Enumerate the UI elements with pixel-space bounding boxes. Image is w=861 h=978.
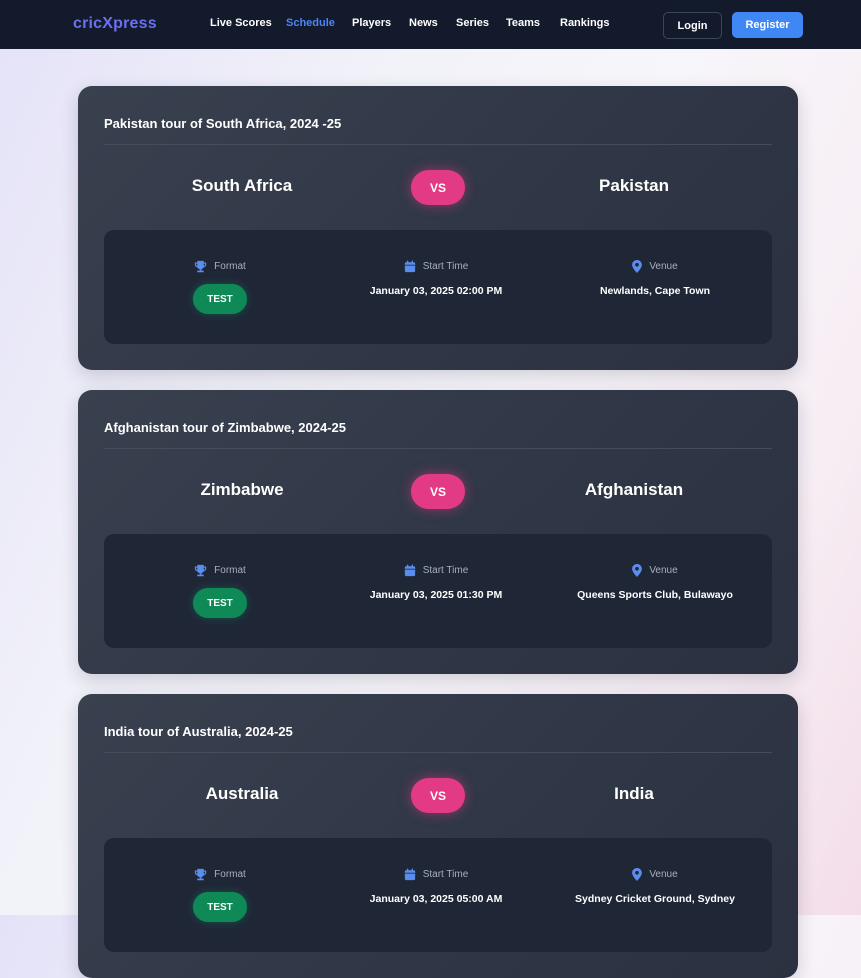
match-info-panel: Format TEST Start Time January 03, 2025 … bbox=[104, 230, 772, 344]
location-pin-icon bbox=[632, 564, 643, 577]
format-badge: TEST bbox=[193, 588, 247, 618]
format-label: Format bbox=[214, 565, 246, 576]
trophy-icon bbox=[194, 868, 207, 881]
divider bbox=[104, 752, 772, 753]
format-column: Format TEST bbox=[110, 230, 330, 344]
series-title: Pakistan tour of South Africa, 2024 -25 bbox=[104, 116, 342, 131]
venue-value: Newlands, Cape Town bbox=[599, 285, 711, 297]
venue-label: Venue bbox=[649, 565, 678, 576]
calendar-icon bbox=[404, 260, 416, 273]
login-button[interactable]: Login bbox=[663, 12, 722, 39]
away-team-name: Afghanistan bbox=[584, 480, 684, 499]
nav-link-rankings[interactable]: Rankings bbox=[560, 17, 610, 29]
nav-link-players[interactable]: Players bbox=[352, 17, 391, 29]
nav-link-series[interactable]: Series bbox=[456, 17, 489, 29]
start-time-value: January 03, 2025 01:30 PM bbox=[369, 589, 503, 601]
away-team-name: India bbox=[614, 784, 654, 803]
location-pin-icon bbox=[632, 868, 643, 881]
vs-badge: VS bbox=[411, 170, 465, 205]
match-info-panel: Format TEST Start Time January 03, 2025 … bbox=[104, 838, 772, 952]
vs-badge: VS bbox=[411, 778, 465, 813]
nav-link-teams[interactable]: Teams bbox=[506, 17, 540, 29]
start-time-column: Start Time January 03, 2025 05:00 AM bbox=[326, 838, 546, 952]
format-column: Format TEST bbox=[110, 534, 330, 648]
brand-logo[interactable]: cricXpress bbox=[73, 15, 157, 33]
start-time-label: Start Time bbox=[422, 869, 469, 880]
trophy-icon bbox=[194, 564, 207, 577]
home-team-name: Australia bbox=[205, 784, 279, 803]
start-time-column: Start Time January 03, 2025 01:30 PM bbox=[326, 534, 546, 648]
match-info-panel: Format TEST Start Time January 03, 2025 … bbox=[104, 534, 772, 648]
divider bbox=[104, 448, 772, 449]
vs-badge: VS bbox=[411, 474, 465, 509]
format-column: Format TEST bbox=[110, 838, 330, 952]
away-team-name: Pakistan bbox=[599, 176, 669, 195]
divider bbox=[104, 144, 772, 145]
calendar-icon bbox=[404, 564, 416, 577]
series-title: India tour of Australia, 2024-25 bbox=[104, 724, 293, 739]
nav-link-live-scores[interactable]: Live Scores bbox=[210, 17, 272, 29]
venue-column: Venue Newlands, Cape Town bbox=[545, 230, 765, 344]
location-pin-icon bbox=[632, 260, 643, 273]
format-badge: TEST bbox=[193, 892, 247, 922]
format-label: Format bbox=[214, 261, 246, 272]
venue-label: Venue bbox=[649, 869, 678, 880]
format-badge: TEST bbox=[193, 284, 247, 314]
venue-column: Venue Queens Sports Club, Bulawayo bbox=[545, 534, 765, 648]
top-navbar: cricXpress Live Scores Schedule Players … bbox=[0, 0, 861, 49]
nav-link-news[interactable]: News bbox=[409, 17, 438, 29]
match-card[interactable]: Afghanistan tour of Zimbabwe, 2024-25 Zi… bbox=[78, 390, 798, 674]
start-time-value: January 03, 2025 05:00 AM bbox=[369, 893, 503, 905]
venue-value: Queens Sports Club, Bulawayo bbox=[577, 589, 733, 601]
match-card[interactable]: India tour of Australia, 2024-25 Austral… bbox=[78, 694, 798, 978]
home-team-name: South Africa bbox=[191, 176, 293, 195]
calendar-icon bbox=[404, 868, 416, 881]
register-button[interactable]: Register bbox=[732, 12, 803, 38]
venue-label: Venue bbox=[649, 261, 678, 272]
home-team-name: Zimbabwe bbox=[200, 480, 284, 499]
match-card[interactable]: Pakistan tour of South Africa, 2024 -25 … bbox=[78, 86, 798, 370]
start-time-value: January 03, 2025 02:00 PM bbox=[369, 285, 503, 297]
start-time-label: Start Time bbox=[422, 565, 469, 576]
start-time-column: Start Time January 03, 2025 02:00 PM bbox=[326, 230, 546, 344]
start-time-label: Start Time bbox=[422, 261, 469, 272]
venue-value: Sydney Cricket Ground, Sydney bbox=[575, 893, 735, 905]
trophy-icon bbox=[194, 260, 207, 273]
series-title: Afghanistan tour of Zimbabwe, 2024-25 bbox=[104, 420, 346, 435]
format-label: Format bbox=[214, 869, 246, 880]
venue-column: Venue Sydney Cricket Ground, Sydney bbox=[545, 838, 765, 952]
nav-link-schedule[interactable]: Schedule bbox=[286, 17, 335, 29]
